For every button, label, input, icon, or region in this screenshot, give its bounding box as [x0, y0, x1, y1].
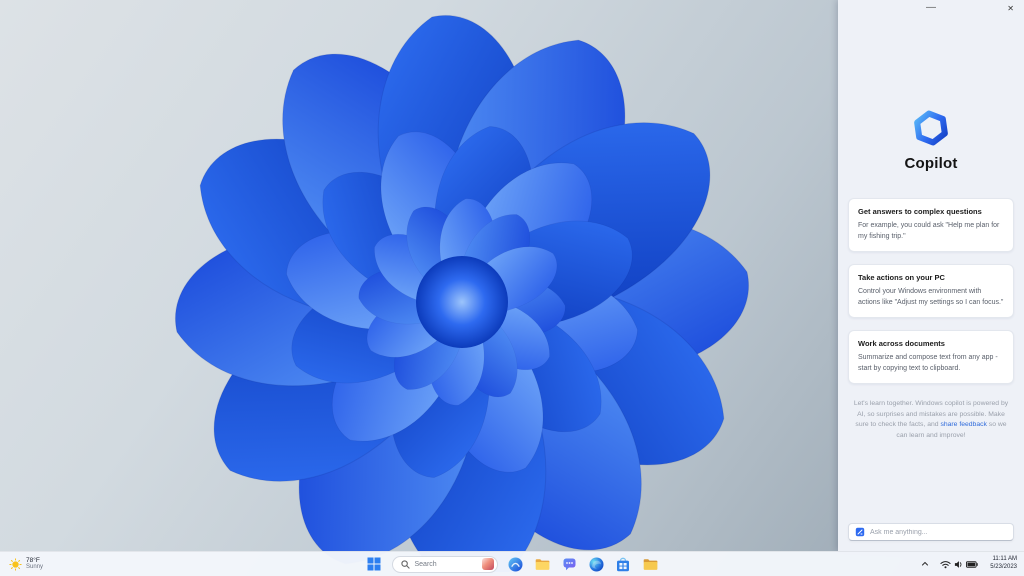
copilot-title: Copilot — [904, 155, 958, 172]
card-body: Summarize and compose text from any app … — [858, 354, 998, 372]
search-highlight-icon — [481, 558, 494, 570]
system-tray: 11:11 AM 5/23/2023 — [919, 552, 1020, 576]
taskbar: 78°F Sunny Search 11:11 AM 5/23/2023 — [0, 551, 1024, 576]
share-feedback-link[interactable]: share feedback — [940, 421, 986, 428]
card-body: Control your Windows environment with ac… — [858, 288, 1004, 306]
suggestion-card-answers[interactable]: Get answers to complex questions For exa… — [848, 198, 1014, 252]
taskbar-copilot-icon[interactable] — [506, 555, 525, 574]
tray-date: 5/23/2023 — [990, 564, 1017, 570]
file-explorer-icon[interactable] — [533, 555, 552, 574]
compose-icon — [855, 527, 865, 537]
card-title: Work across documents — [858, 339, 945, 348]
close-button[interactable]: ✕ — [1004, 3, 1017, 15]
card-title: Take actions on your PC — [858, 273, 945, 282]
weather-condition: Sunny — [26, 564, 44, 571]
search-box[interactable]: Search — [391, 555, 498, 573]
weather-temperature: 78°F — [26, 556, 40, 564]
chat-icon[interactable] — [560, 555, 579, 574]
ask-input[interactable] — [870, 528, 1007, 536]
store-icon[interactable] — [614, 555, 633, 574]
minimize-button[interactable]: — — [922, 1, 940, 15]
tray-status-icons[interactable] — [937, 558, 981, 571]
search-icon — [400, 559, 410, 569]
suggestion-cards: Get answers to complex questions For exa… — [848, 198, 1014, 384]
volume-icon — [954, 560, 963, 569]
copilot-panel: — ✕ Copilot Get answers to complex quest… — [838, 0, 1024, 551]
weather-text: 78°F Sunny — [26, 557, 43, 572]
tray-time: 11:11 AM — [992, 556, 1017, 563]
copilot-panel-titlebar: — ✕ — [838, 0, 1024, 20]
taskbar-center: Search — [365, 555, 660, 574]
suggestion-card-documents[interactable]: Work across documents Summarize and comp… — [848, 330, 1014, 384]
start-button[interactable] — [365, 555, 384, 574]
folder-icon[interactable] — [641, 555, 660, 574]
card-body: For example, you could ask "Help me plan… — [858, 222, 1000, 240]
copilot-logo-icon — [913, 110, 949, 146]
suggestion-card-actions[interactable]: Take actions on your PC Control your Win… — [848, 264, 1014, 318]
wifi-icon — [940, 560, 951, 569]
copilot-input-box[interactable] — [848, 523, 1014, 541]
windows-logo-icon — [367, 557, 381, 571]
edge-icon[interactable] — [587, 555, 606, 574]
clock[interactable]: 11:11 AM 5/23/2023 — [987, 555, 1020, 573]
ai-disclaimer: Let's learn together. Windows copilot is… — [853, 399, 1009, 441]
tray-chevron-up-icon[interactable] — [919, 558, 931, 570]
battery-icon — [966, 560, 979, 568]
sun-icon — [9, 557, 22, 571]
card-title: Get answers to complex questions — [858, 207, 982, 216]
weather-widget[interactable]: 78°F Sunny — [5, 552, 47, 576]
desktop-screen: — ✕ Copilot Get answers to complex quest… — [0, 0, 1024, 576]
search-placeholder: Search — [414, 560, 437, 568]
bloom-wallpaper-art — [171, 12, 753, 572]
